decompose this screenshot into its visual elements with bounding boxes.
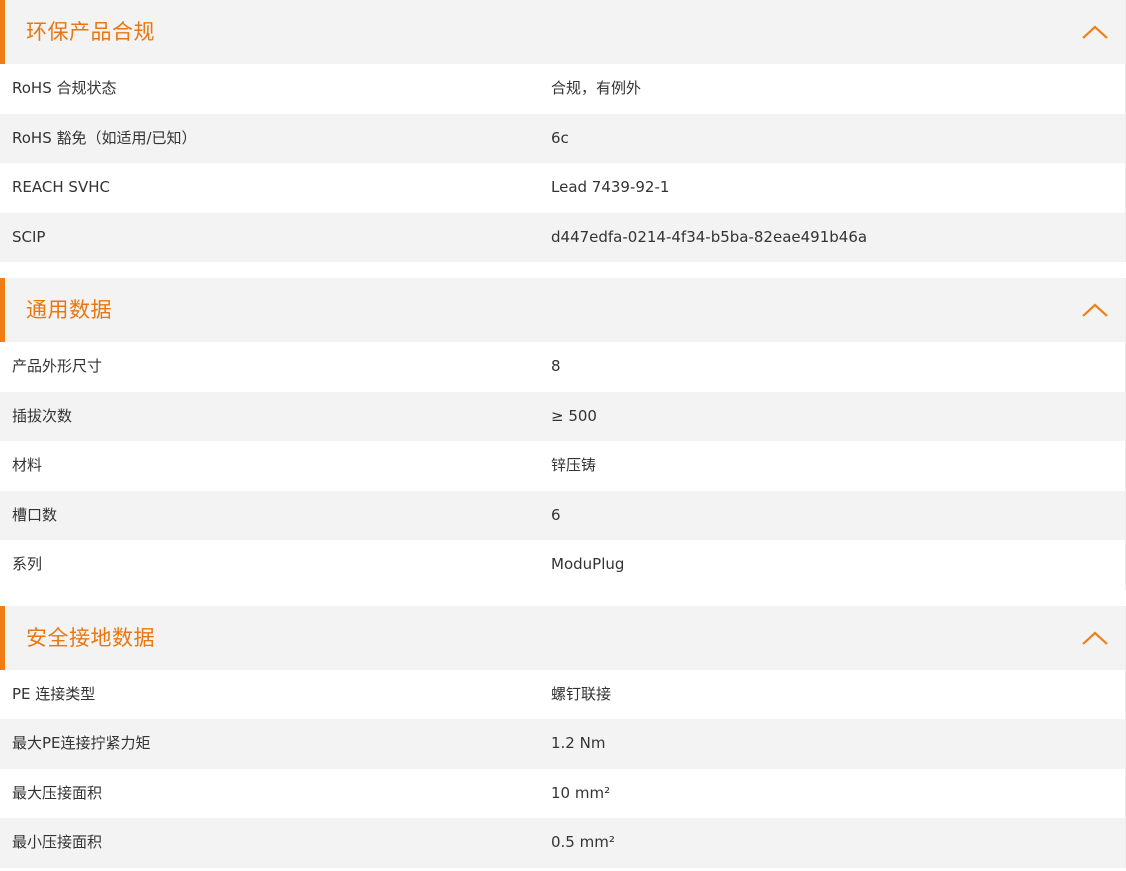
row-label: 槽口数 — [12, 505, 58, 524]
table-row: 产品外形尺寸 8 — [0, 342, 1125, 392]
section-accent-bar — [0, 278, 5, 342]
row-label: 最小压接面积 — [12, 833, 103, 851]
table-row: 插拔次数 ≥ 500 — [0, 391, 1125, 441]
row-value: Lead 7439-92-1 — [551, 178, 670, 196]
row-value: ≥ 500 — [551, 406, 597, 425]
table-row: 最小压接面积 0.5 mm² — [0, 818, 1125, 868]
chevron-up-icon[interactable] — [1081, 627, 1109, 649]
table-row: 最大压接面积 10 mm² — [0, 768, 1125, 818]
row-value: 10 mm² — [551, 783, 611, 802]
table-row: 槽口数 6 — [0, 490, 1125, 540]
row-value: 1.2 Nm — [551, 734, 606, 752]
row-value: 6 — [551, 505, 561, 524]
section-divider — [0, 262, 1126, 278]
row-label: 系列 — [12, 555, 43, 573]
row-label: SCIP — [12, 227, 46, 246]
row-label: RoHS 合规状态 — [12, 79, 117, 97]
table-row: SCIP d447edfa-0214-4f34-b5ba-82eae491b46… — [0, 212, 1125, 262]
row-value: ModuPlug — [551, 555, 625, 573]
row-label: 最大压接面积 — [12, 783, 103, 802]
row-value: 螺钉联接 — [551, 684, 612, 703]
row-value: d447edfa-0214-4f34-b5ba-82eae491b46a — [551, 227, 868, 246]
section-title: 环保产品合规 — [26, 20, 155, 44]
section-title: 安全接地数据 — [26, 625, 155, 650]
row-label: PE 连接类型 — [12, 684, 96, 703]
section-accent-bar — [0, 605, 5, 670]
section-header-environmental-compliance[interactable]: 环保产品合规 — [0, 0, 1125, 64]
row-value: 锌压铸 — [551, 456, 597, 474]
table-row: 最大PE连接拧紧力矩 1.2 Nm — [0, 719, 1125, 769]
table-row: 系列 ModuPlug — [0, 540, 1125, 590]
table-row: REACH SVHC Lead 7439-92-1 — [0, 163, 1125, 213]
table-row: 材料 锌压铸 — [0, 441, 1125, 491]
section-header-general-data[interactable]: 通用数据 — [0, 278, 1125, 342]
table-row: PE 连接类型 螺钉联接 — [0, 669, 1125, 719]
row-value: 8 — [551, 357, 561, 375]
row-label: 插拔次数 — [12, 406, 73, 425]
chevron-up-icon[interactable] — [1081, 299, 1109, 321]
table-row: RoHS 豁免（如适用/已知） 6c — [0, 113, 1125, 163]
chevron-up-icon[interactable] — [1081, 21, 1109, 43]
row-label: 产品外形尺寸 — [12, 357, 103, 375]
spec-page: 环保产品合规 RoHS 合规状态 合规，有例外 RoHS 豁免（如适用/已知） … — [0, 0, 1126, 871]
section-title: 通用数据 — [26, 298, 112, 322]
section-divider — [0, 589, 1126, 606]
row-value: 0.5 mm² — [551, 833, 615, 851]
row-value: 6c — [551, 128, 569, 147]
row-label: 最大PE连接拧紧力矩 — [12, 734, 151, 752]
section-general-data: 通用数据 产品外形尺寸 8 插拔次数 ≥ 500 材料 锌压铸 槽口数 6 系列… — [0, 278, 1126, 590]
section-header-pe-data[interactable]: 安全接地数据 — [0, 605, 1125, 670]
row-label: 材料 — [12, 456, 43, 474]
section-pe-data: 安全接地数据 PE 连接类型 螺钉联接 最大PE连接拧紧力矩 1.2 Nm 最大… — [0, 605, 1126, 868]
section-accent-bar — [0, 0, 5, 64]
row-label: RoHS 豁免（如适用/已知） — [12, 128, 197, 147]
row-label: REACH SVHC — [12, 178, 110, 196]
row-value: 合规，有例外 — [551, 79, 642, 97]
section-environmental-compliance: 环保产品合规 RoHS 合规状态 合规，有例外 RoHS 豁免（如适用/已知） … — [0, 0, 1126, 262]
table-row: RoHS 合规状态 合规，有例外 — [0, 64, 1125, 114]
